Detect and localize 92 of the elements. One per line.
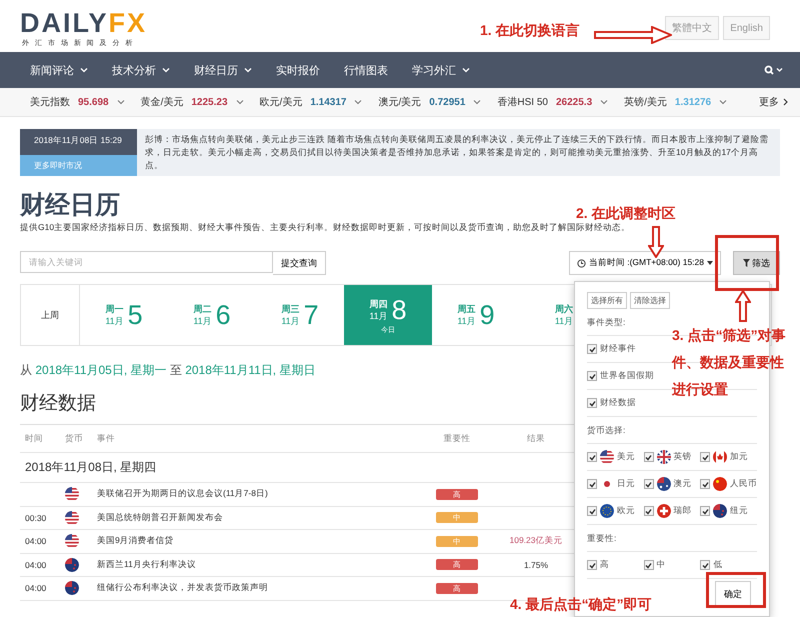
highlight-frame (706, 572, 766, 608)
keyword-search-field[interactable]: 请输入关键词 (20, 251, 273, 273)
nav-menu-item[interactable]: 技术分析 (112, 62, 156, 78)
column-header: 货币 (65, 432, 84, 444)
nav-menu-item[interactable]: 财经日历 (194, 62, 238, 78)
checkbox[interactable] (644, 452, 654, 462)
caret-icon[interactable] (473, 99, 482, 105)
option-label: 财经事件 (600, 343, 636, 355)
column-header: 事件 (97, 432, 116, 444)
column-header: 重要性 (442, 432, 472, 444)
caret-icon (707, 261, 713, 265)
ticker-item[interactable]: 澳元/美元 0.72951 (378, 95, 482, 109)
checkbox[interactable] (587, 371, 597, 381)
caret-icon[interactable] (236, 99, 244, 105)
timezone-dropdown[interactable]: 当前时间 :(GMT+08:00) 15:28 (568, 251, 721, 275)
checkbox[interactable] (644, 560, 654, 570)
option-label: 瑞郎 (674, 505, 692, 517)
time-cell-text: 04:00 (24, 560, 48, 570)
filter-action-button[interactable]: 选择所有 (587, 292, 627, 309)
page-title: 财经日历 (20, 190, 120, 220)
nav-menu-item[interactable]: 行情图表 (344, 62, 388, 78)
caret-icon[interactable] (719, 99, 728, 105)
checkbox[interactable] (700, 560, 710, 570)
nav-menu-item[interactable]: 新闻评论 (30, 62, 74, 78)
checkbox[interactable] (587, 479, 597, 489)
checkbox[interactable] (700, 452, 710, 462)
highlight-frame (715, 235, 779, 291)
option-label: 纽元 (730, 505, 748, 517)
nav-menu-item[interactable]: 学习外汇 (412, 62, 456, 78)
ticker-item[interactable]: 黄金/美元 1225.23 (140, 95, 244, 109)
date-range-text: 从 2018年11月05日, 星期一 至 2018年11月11日, 星期日 (20, 362, 316, 379)
result-cell: 109.23亿美元 (510, 535, 562, 548)
checkbox[interactable] (587, 452, 597, 462)
filter-button[interactable]: 筛选 (733, 251, 780, 275)
annotation-text: 4. 最后点击“确定”即可 (510, 596, 652, 614)
checkbox[interactable] (644, 506, 654, 516)
ticker-item[interactable]: 香港HSI 50 26225.3 (497, 95, 608, 109)
column-header: 结果 (526, 432, 546, 444)
option-label: 英镑 (674, 451, 692, 463)
checkbox[interactable] (644, 479, 654, 489)
option-label: 加元 (730, 451, 748, 463)
time-cell-text: 00:30 (24, 512, 48, 523)
option-label: 美元 (617, 451, 635, 463)
option-label: 世界各国假期 (600, 370, 654, 382)
ticker-item[interactable]: 欧元/美元 1.14317 (260, 95, 362, 109)
option-label: 低 (713, 559, 722, 571)
caret-icon[interactable] (354, 99, 362, 105)
clock-icon (576, 258, 586, 268)
option-label: 日元 (617, 478, 635, 490)
annotation-arrow (648, 226, 664, 258)
option-label: 中 (656, 559, 666, 571)
event-cell-text: 美国总统特朗普召开新闻发布会 (97, 512, 224, 524)
nav-menu-item[interactable]: 实时报价 (276, 62, 320, 78)
checkbox[interactable] (587, 344, 597, 354)
news-timestamp: 2018年11月08日 15:29 (20, 129, 137, 155)
annotation-arrow (735, 290, 751, 322)
ticker-item[interactable]: 英镑/美元 1.31276 (624, 95, 728, 109)
chevron-right-icon[interactable] (783, 98, 788, 106)
option-label: 财经数据 (600, 397, 636, 409)
checkbox[interactable] (587, 560, 597, 570)
caret-icon[interactable] (600, 99, 608, 105)
checkbox[interactable] (587, 506, 597, 516)
event-cell-text: 美国9月消费者信贷 (97, 535, 175, 548)
annotation-text: 2. 在此调整时区 (576, 205, 676, 223)
option-label: 澳元 (674, 478, 692, 490)
event-cell-text: 纽储行公布利率决议，并发表货币政策声明 (97, 582, 269, 594)
result-cell: 1.75% (524, 560, 548, 570)
filter-action-button[interactable]: 清除选择 (630, 292, 670, 309)
event-cell-text: 美联储召开为期两日的议息会议(11月7-8日) (97, 488, 269, 500)
filter-icon (743, 259, 750, 267)
submit-search-button[interactable]: 提交查询 (273, 251, 326, 275)
search-icon[interactable] (764, 65, 784, 75)
section-label: 货币选择: (587, 425, 757, 444)
previous-week-button[interactable]: 上周 (21, 285, 80, 345)
option-label: 人民币 (730, 478, 757, 490)
checkbox[interactable] (587, 398, 597, 408)
event-cell-text: 新西兰11月央行利率决议 (97, 558, 197, 571)
more-link[interactable]: 更多 (759, 95, 779, 109)
page-description: 提供G10主要国家经济指标日历、数据预期、财经大事件预告、主要央行利率。财经数据即时更新，可按时间以及货币查询，助您及时了解国际财经动态。 (20, 222, 630, 234)
caret-icon[interactable] (116, 99, 125, 105)
time-cell-text: 04:00 (24, 536, 48, 546)
annotation-text: 3. 点击“筛选”对事件、数据及重要性进行设置 (672, 326, 787, 399)
column-header: 时间 (24, 432, 44, 444)
checkbox[interactable] (700, 506, 710, 516)
section-label: 重要性: (587, 533, 757, 552)
news-text: 彭博：市场焦点转向美联储，美元止步三连跌 随着市场焦点转向美联储周五凌晨的利率决议，美元停止了连续三天的下跌行情。而日本股市上涨抑制了避险需求，日元走软。美元小幅走高，交易员们拭目以待美国决策者是否维持加息承诺，如果答案是肯定的，则可能推动美元重拾涨势、升至10月触及的17个月高点。 (137, 129, 780, 176)
time-cell-text: 04:00 (24, 583, 48, 594)
checkbox[interactable] (700, 479, 710, 489)
option-label: 欧元 (617, 505, 635, 517)
option-label: 高 (600, 559, 609, 571)
ticker-item[interactable]: 美元指数 95.698 (30, 95, 125, 109)
annotation-text: 1. 在此切换语言 (480, 22, 580, 40)
